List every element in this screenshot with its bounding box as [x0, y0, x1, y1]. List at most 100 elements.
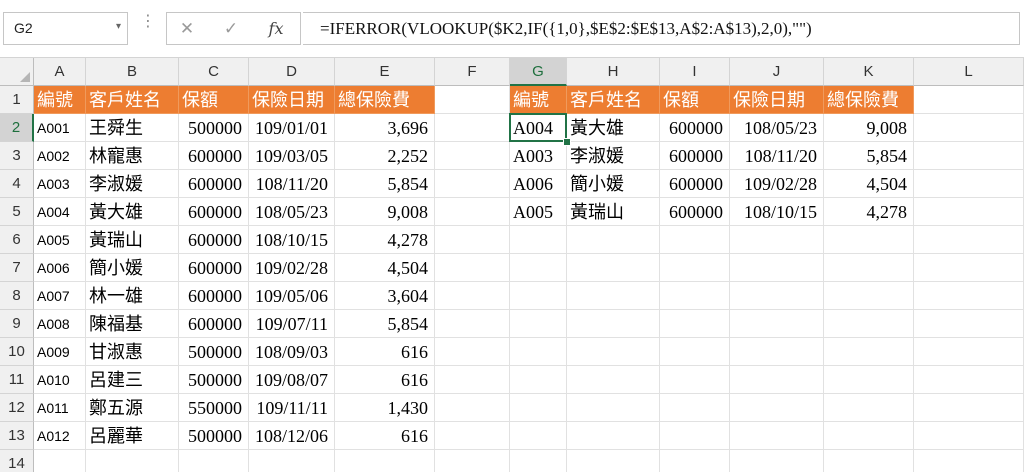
row-header-7[interactable]: 7 [0, 254, 34, 282]
left_table-cell[interactable]: A007 [34, 282, 86, 310]
cell[interactable] [660, 450, 730, 472]
left_table-header-cell[interactable]: 保額 [179, 86, 249, 114]
left_table-cell[interactable]: 600000 [179, 170, 249, 198]
left_table-cell[interactable]: 600000 [179, 198, 249, 226]
column-header-h[interactable]: H [567, 58, 660, 86]
cell[interactable] [824, 450, 914, 472]
cell[interactable] [914, 366, 1024, 394]
left_table-cell[interactable]: 4,504 [335, 254, 435, 282]
cell[interactable] [660, 282, 730, 310]
left_table-cell[interactable]: 5,854 [335, 170, 435, 198]
cell[interactable] [660, 366, 730, 394]
right_table-header-cell[interactable]: 客戶姓名 [567, 86, 660, 114]
column-header-l[interactable]: L [914, 58, 1024, 86]
cell[interactable] [567, 450, 660, 472]
left_table-cell[interactable]: 李淑媛 [86, 170, 179, 198]
left_table-cell[interactable]: 鄭五源 [86, 394, 179, 422]
left_table-cell[interactable]: 600000 [179, 310, 249, 338]
left_table-cell[interactable]: 林寵惠 [86, 142, 179, 170]
cell[interactable] [824, 394, 914, 422]
cell[interactable] [435, 254, 510, 282]
cell[interactable] [914, 450, 1024, 472]
cell[interactable] [567, 422, 660, 450]
cell[interactable] [824, 282, 914, 310]
right_table-cell[interactable]: 李淑媛 [567, 142, 660, 170]
cell[interactable] [914, 338, 1024, 366]
row-header-10[interactable]: 10 [0, 338, 34, 366]
select-all-corner[interactable] [0, 58, 34, 86]
cell[interactable] [730, 282, 824, 310]
cell[interactable] [914, 170, 1024, 198]
cell[interactable] [730, 338, 824, 366]
cell[interactable] [567, 366, 660, 394]
cell[interactable] [914, 254, 1024, 282]
right_table-cell[interactable]: A005 [510, 198, 567, 226]
cell[interactable] [824, 310, 914, 338]
column-header-g[interactable]: G [510, 58, 567, 86]
left_table-cell[interactable]: 109/02/28 [249, 254, 335, 282]
left_table-cell[interactable]: 616 [335, 422, 435, 450]
left_table-cell[interactable]: 109/11/11 [249, 394, 335, 422]
cell[interactable] [730, 366, 824, 394]
cell[interactable] [824, 338, 914, 366]
cell[interactable] [914, 142, 1024, 170]
left_table-cell[interactable]: 2,252 [335, 142, 435, 170]
cell[interactable] [179, 450, 249, 472]
cell[interactable] [435, 450, 510, 472]
cell[interactable] [567, 226, 660, 254]
left_table-cell[interactable]: A011 [34, 394, 86, 422]
name-box[interactable]: G2 ▾ [3, 12, 128, 45]
enter-check-icon[interactable]: ✓ [217, 19, 245, 39]
row-header-1[interactable]: 1 [0, 86, 34, 114]
right_table-cell[interactable]: 600000 [660, 170, 730, 198]
row-header-5[interactable]: 5 [0, 198, 34, 226]
cell[interactable] [510, 226, 567, 254]
cell[interactable] [86, 450, 179, 472]
cell[interactable] [567, 338, 660, 366]
left_table-cell[interactable]: 陳福基 [86, 310, 179, 338]
cell[interactable] [435, 198, 510, 226]
cell[interactable] [914, 114, 1024, 142]
left_table-cell[interactable]: 109/07/11 [249, 310, 335, 338]
cell[interactable] [660, 310, 730, 338]
cell[interactable] [335, 450, 435, 472]
cell[interactable] [435, 310, 510, 338]
left_table-cell[interactable]: 黃瑞山 [86, 226, 179, 254]
left_table-cell[interactable]: 呂麗華 [86, 422, 179, 450]
right_table-cell[interactable]: A004 [510, 114, 567, 142]
row-header-6[interactable]: 6 [0, 226, 34, 254]
cell[interactable] [567, 254, 660, 282]
left_table-cell[interactable]: A010 [34, 366, 86, 394]
left_table-cell[interactable]: 王舜生 [86, 114, 179, 142]
right_table-header-cell[interactable]: 保額 [660, 86, 730, 114]
cell[interactable] [510, 282, 567, 310]
cell[interactable] [824, 254, 914, 282]
right_table-cell[interactable]: 4,278 [824, 198, 914, 226]
left_table-cell[interactable]: 600000 [179, 226, 249, 254]
cell[interactable] [660, 394, 730, 422]
cell[interactable] [730, 450, 824, 472]
cell[interactable] [567, 282, 660, 310]
left_table-cell[interactable]: A012 [34, 422, 86, 450]
left_table-cell[interactable]: 1,430 [335, 394, 435, 422]
cell[interactable] [510, 450, 567, 472]
left_table-cell[interactable]: 550000 [179, 394, 249, 422]
left_table-cell[interactable]: A008 [34, 310, 86, 338]
row-header-12[interactable]: 12 [0, 394, 34, 422]
right_table-cell[interactable]: 600000 [660, 198, 730, 226]
cell[interactable] [249, 450, 335, 472]
row-header-9[interactable]: 9 [0, 310, 34, 338]
cell[interactable] [510, 338, 567, 366]
left_table-cell[interactable]: 3,696 [335, 114, 435, 142]
cell[interactable] [660, 254, 730, 282]
cell[interactable] [660, 422, 730, 450]
right_table-cell[interactable]: 600000 [660, 114, 730, 142]
right_table-cell[interactable]: 9,008 [824, 114, 914, 142]
cell[interactable] [510, 254, 567, 282]
cell[interactable] [567, 310, 660, 338]
left_table-cell[interactable]: A005 [34, 226, 86, 254]
more-vertical-icon[interactable]: ⋮ [140, 13, 156, 41]
left_table-header-cell[interactable]: 總保險費 [335, 86, 435, 114]
right_table-header-cell[interactable]: 保險日期 [730, 86, 824, 114]
left_table-cell[interactable]: 616 [335, 338, 435, 366]
